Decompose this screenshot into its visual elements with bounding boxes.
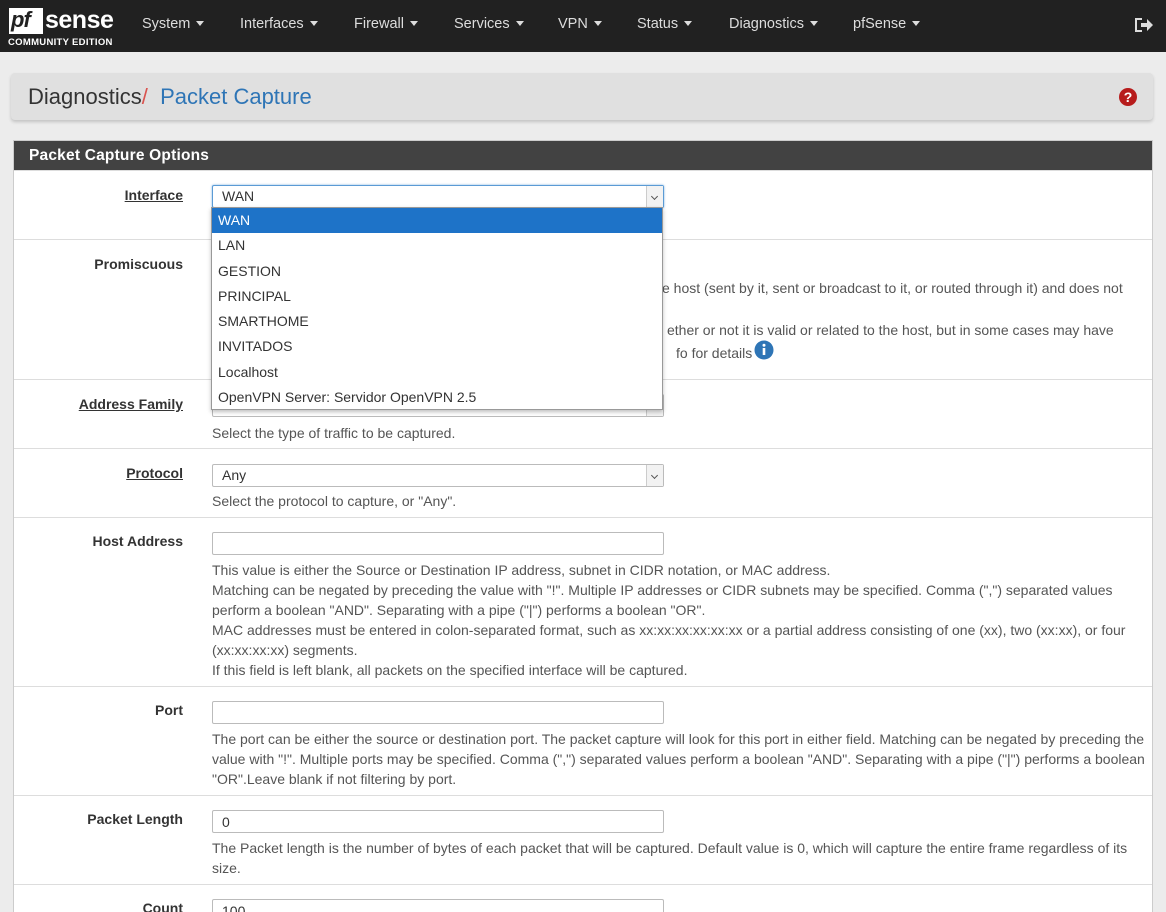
nav-vpn-label: VPN xyxy=(558,16,588,32)
host-address-help-2: Matching can be negated by preceding the… xyxy=(212,582,1113,618)
interface-option[interactable]: LAN xyxy=(212,233,662,258)
nav-diagnostics-label: Diagnostics xyxy=(729,16,804,32)
promiscuous-label: Promiscuous xyxy=(94,256,183,272)
nav-pfsense-label: pfSense xyxy=(853,16,907,32)
question-circle-icon[interactable]: ? xyxy=(1118,87,1138,107)
nav-firewall-label: Firewall xyxy=(354,16,404,32)
interface-select-value: WAN xyxy=(222,188,255,204)
logo-sense-text: sense xyxy=(45,6,114,34)
info-circle-icon[interactable] xyxy=(754,340,774,360)
protocol-row: Protocol Any Select the protocol to capt… xyxy=(14,448,1152,517)
breadcrumb-root[interactable]: Diagnostics xyxy=(28,84,142,109)
address-family-help: Select the type of traffic to be capture… xyxy=(212,425,456,441)
packet-length-help: The Packet length is the number of bytes… xyxy=(212,840,1128,876)
caret-down-icon xyxy=(684,20,693,26)
top-navbar: pf sense COMMUNITY EDITION System Interf… xyxy=(0,0,1166,52)
protocol-select[interactable]: Any xyxy=(212,464,664,487)
nav-interfaces[interactable]: Interfaces xyxy=(240,16,318,32)
host-address-help-4: If this field is left blank, all packets… xyxy=(212,662,688,678)
chevron-down-icon xyxy=(646,186,663,207)
interface-select[interactable]: WAN xyxy=(212,185,664,208)
packet-length-input[interactable] xyxy=(212,810,664,833)
interface-option[interactable]: PRINCIPAL xyxy=(212,284,662,309)
interface-option[interactable]: OpenVPN Server: Servidor OpenVPN 2.5 xyxy=(212,385,662,410)
count-row: Count xyxy=(14,884,1152,912)
nav-status-label: Status xyxy=(637,16,679,32)
promiscuous-help-line2: ether or not it is valid or related to t… xyxy=(667,322,1114,338)
breadcrumb-current[interactable]: Packet Capture xyxy=(160,84,312,109)
packet-length-row: Packet Length The Packet length is the n… xyxy=(14,795,1152,884)
count-input[interactable] xyxy=(212,899,664,912)
chevron-down-icon xyxy=(646,465,663,486)
host-address-label: Host Address xyxy=(92,533,183,549)
port-row: Port The port can be either the source o… xyxy=(14,686,1152,795)
logo-subtitle: COMMUNITY EDITION xyxy=(8,37,113,48)
nav-firewall[interactable]: Firewall xyxy=(354,16,418,32)
host-address-row: Host Address This value is either the So… xyxy=(14,517,1152,686)
sign-out-icon[interactable] xyxy=(1133,15,1155,35)
port-label: Port xyxy=(155,702,183,718)
protocol-help: Select the protocol to capture, or "Any"… xyxy=(212,493,457,509)
protocol-label: Protocol xyxy=(126,465,183,481)
nav-interfaces-label: Interfaces xyxy=(240,16,304,32)
logo-pf-mark: pf xyxy=(9,8,43,34)
nav-pfsense[interactable]: pfSense xyxy=(853,16,921,32)
panel-title: Packet Capture Options xyxy=(14,141,1152,170)
nav-services[interactable]: Services xyxy=(454,16,524,32)
host-address-input[interactable] xyxy=(212,532,664,555)
caret-down-icon xyxy=(409,20,418,26)
interface-option[interactable]: WAN xyxy=(212,208,662,234)
breadcrumb: Diagnostics/ Packet Capture ? xyxy=(11,73,1153,120)
breadcrumb-separator: / xyxy=(141,84,148,109)
svg-text:?: ? xyxy=(1124,89,1133,105)
nav-diagnostics[interactable]: Diagnostics xyxy=(729,16,818,32)
caret-down-icon xyxy=(593,20,602,26)
interface-option[interactable]: Localhost xyxy=(212,360,662,385)
interface-option[interactable]: SMARTHOME xyxy=(212,309,662,334)
interface-dropdown-list: WAN LAN GESTION PRINCIPAL SMARTHOME INVI… xyxy=(211,207,663,410)
caret-down-icon xyxy=(309,20,318,26)
host-address-help-1: This value is either the Source or Desti… xyxy=(212,562,831,578)
port-help: The port can be either the source or des… xyxy=(212,731,1145,787)
protocol-select-value: Any xyxy=(222,467,247,483)
packet-length-label: Packet Length xyxy=(87,811,183,827)
caret-down-icon xyxy=(515,20,524,26)
promiscuous-help-line1: e host (sent by it, sent or broadcast to… xyxy=(662,280,1123,296)
interface-option[interactable]: INVITADOS xyxy=(212,334,662,359)
nav-system-label: System xyxy=(142,16,191,32)
nav-vpn[interactable]: VPN xyxy=(558,16,602,32)
count-label: Count xyxy=(142,900,183,912)
interface-option[interactable]: GESTION xyxy=(212,259,662,284)
address-family-label: Address Family xyxy=(78,396,183,412)
nav-status[interactable]: Status xyxy=(637,16,693,32)
caret-down-icon xyxy=(196,20,205,26)
port-input[interactable] xyxy=(212,701,664,724)
interface-label: Interface xyxy=(124,187,183,203)
host-address-help-3: MAC addresses must be entered in colon-s… xyxy=(212,622,1126,658)
host-address-help: This value is either the Source or Desti… xyxy=(212,560,1150,680)
caret-down-icon xyxy=(912,20,921,26)
pfsense-logo[interactable]: pf sense COMMUNITY EDITION xyxy=(7,5,119,49)
nav-system[interactable]: System xyxy=(142,16,205,32)
caret-down-icon xyxy=(809,20,818,26)
nav-services-label: Services xyxy=(454,16,510,32)
